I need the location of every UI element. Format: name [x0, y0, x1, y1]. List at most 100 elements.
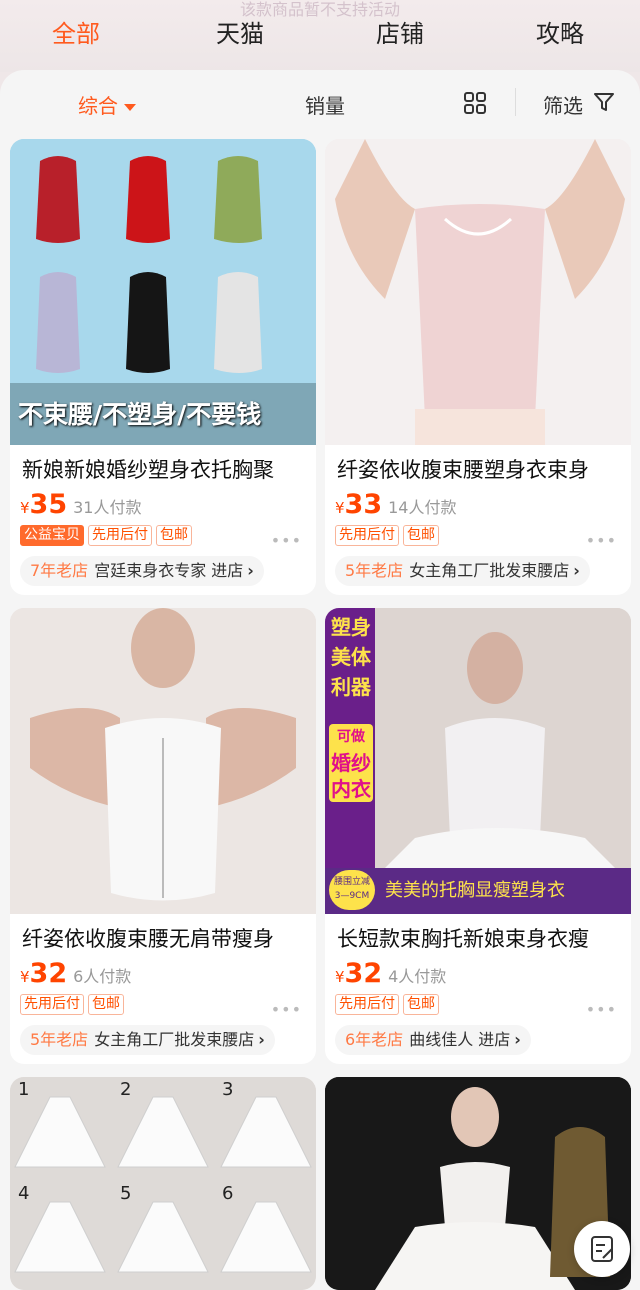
grid-view-icon[interactable] — [464, 92, 486, 114]
edit-note-icon — [591, 1236, 613, 1262]
shop-name: 曲线佳人 进店 — [409, 1030, 511, 1049]
tag-row: 先用后付 包邮 — [335, 525, 439, 547]
image-text-line: 可做 — [337, 729, 365, 745]
chevron-right-icon: › — [247, 561, 254, 580]
image-badge: 腰围立减 3—9CM — [329, 870, 375, 910]
product-title[interactable]: 纤姿依收腹束腰塑身衣束身 — [337, 454, 623, 484]
badge-line: 腰围立减 — [333, 877, 370, 887]
sold-count: 31人付款 — [73, 498, 142, 517]
currency-symbol: ¥ — [335, 968, 345, 986]
caret-down-icon — [124, 104, 136, 111]
product-card[interactable]: 不束腰/不塑身/不要钱 新娘新娘婚纱塑身衣托胸聚 ¥35 31人付款 公益宝贝 先… — [10, 139, 316, 595]
currency-symbol: ¥ — [20, 968, 30, 986]
shop-name: 女主角工厂批发束腰店 — [94, 1030, 255, 1049]
results-panel: 综合 销量 筛选 不束腰/不塑身/不要钱 新娘新娘婚纱塑身衣托胸聚 ¥35 31… — [0, 70, 640, 1290]
petticoat-number: 2 — [120, 1079, 132, 1100]
shop-name: 女主角工厂批发束腰店 — [409, 561, 570, 580]
petticoat-number: 5 — [120, 1183, 132, 1204]
sort-comprehensive-label: 综合 — [78, 94, 118, 118]
sold-count: 14人付款 — [388, 498, 457, 517]
chevron-right-icon: › — [573, 561, 580, 580]
product-card[interactable]: 塑身 美体 利器 可做 婚纱 内衣 腰围立减 3—9CM 美美的托胸显瘦塑身衣 … — [325, 608, 631, 1064]
tag-charity: 公益宝贝 — [20, 525, 84, 546]
petticoat-grid-illustration — [10, 1077, 316, 1290]
chevron-right-icon: › — [258, 1030, 265, 1049]
filter-button[interactable]: 筛选 — [543, 90, 583, 119]
petticoat-number: 4 — [18, 1183, 30, 1204]
image-text-line: 婚纱 — [331, 751, 371, 775]
tag-row: 先用后付 包邮 — [335, 994, 439, 1016]
more-options-icon[interactable]: ••• — [586, 531, 617, 550]
sort-bar: 综合 销量 筛选 — [0, 70, 640, 132]
more-options-icon[interactable]: ••• — [586, 1000, 617, 1019]
image-highlight-text: 可做 婚纱 内衣 — [329, 724, 373, 802]
price-row: ¥32 6人付款 — [20, 958, 131, 990]
tag-pay-later: 先用后付 — [335, 994, 399, 1015]
product-image[interactable]: 1 2 3 4 5 6 — [10, 1077, 316, 1290]
shop-link[interactable]: 6年老店 曲线佳人 进店 › — [335, 1025, 531, 1055]
price-row: ¥32 4人付款 — [335, 958, 446, 990]
petticoat-number: 1 — [18, 1079, 30, 1100]
chevron-right-icon: › — [514, 1030, 521, 1049]
sort-sales[interactable]: 销量 — [305, 90, 345, 119]
tab-tmall[interactable]: 天猫 — [216, 14, 264, 49]
currency-symbol: ¥ — [20, 499, 30, 517]
image-text-line: 塑身 — [331, 615, 371, 639]
product-price: 32 — [29, 958, 68, 989]
price-row: ¥35 31人付款 — [20, 489, 142, 521]
more-options-icon[interactable]: ••• — [271, 1000, 302, 1019]
shop-link[interactable]: 5年老店 女主角工厂批发束腰店 › — [335, 556, 590, 586]
tag-free-shipping: 包邮 — [403, 994, 439, 1015]
product-title[interactable]: 新娘新娘婚纱塑身衣托胸聚 — [22, 454, 308, 484]
tag-free-shipping: 包邮 — [88, 994, 124, 1015]
shop-link[interactable]: 5年老店 女主角工厂批发束腰店 › — [20, 1025, 275, 1055]
tag-row: 公益宝贝 先用后付 包邮 — [20, 525, 192, 547]
sold-count: 6人付款 — [73, 967, 132, 986]
image-text-line: 利器 — [331, 675, 371, 699]
image-side-text: 塑身 美体 利器 — [331, 612, 371, 702]
tab-guides[interactable]: 攻略 — [536, 14, 584, 49]
feedback-button[interactable] — [574, 1221, 630, 1277]
product-price: 33 — [344, 489, 383, 520]
shop-age: 5年老店 — [30, 1030, 89, 1049]
product-price: 32 — [344, 958, 383, 989]
product-image[interactable] — [10, 608, 316, 914]
product-image[interactable]: 不束腰/不塑身/不要钱 — [10, 139, 316, 445]
product-title[interactable]: 纤姿依收腹束腰无肩带瘦身 — [22, 923, 308, 953]
corset-model-illustration — [10, 608, 316, 914]
image-caption: 不束腰/不塑身/不要钱 — [18, 400, 262, 429]
top-bar: 该款商品暂不支持活动 全部 天猫 店铺 攻略 — [0, 0, 640, 72]
currency-symbol: ¥ — [335, 499, 345, 517]
image-banner: 美美的托胸显瘦塑身衣 — [385, 880, 565, 901]
image-text-line: 美体 — [331, 645, 371, 669]
product-card[interactable]: 纤姿依收腹束腰无肩带瘦身 ¥32 6人付款 先用后付 包邮 ••• 5年老店 女主角… — [10, 608, 316, 1064]
sortbar-divider — [515, 88, 516, 116]
tag-pay-later: 先用后付 — [335, 525, 399, 546]
tag-free-shipping: 包邮 — [156, 525, 192, 546]
product-card[interactable]: 1 2 3 4 5 6 — [10, 1077, 316, 1290]
product-title[interactable]: 长短款束胸托新娘束身衣瘦 — [337, 923, 623, 953]
filter-icon[interactable] — [594, 92, 614, 112]
product-price: 35 — [29, 489, 68, 520]
shop-age: 5年老店 — [345, 561, 404, 580]
tag-free-shipping: 包邮 — [403, 525, 439, 546]
tag-pay-later: 先用后付 — [20, 994, 84, 1015]
badge-line: 3—9CM — [334, 891, 370, 901]
product-image[interactable] — [325, 139, 631, 445]
petticoat-number: 3 — [222, 1079, 234, 1100]
petticoat-number: 6 — [222, 1183, 234, 1204]
product-card[interactable]: 纤姿依收腹束腰塑身衣束身 ¥33 14人付款 先用后付 包邮 ••• 5年老店 女主… — [325, 139, 631, 595]
product-image[interactable]: 塑身 美体 利器 可做 婚纱 内衣 腰围立减 3—9CM 美美的托胸显瘦塑身衣 — [325, 608, 631, 914]
sort-comprehensive[interactable]: 综合 — [78, 90, 136, 119]
sold-count: 4人付款 — [388, 967, 447, 986]
corset-model-illustration — [325, 139, 631, 445]
shop-age: 7年老店 — [30, 561, 89, 580]
shop-link[interactable]: 7年老店 宫廷束身衣专家 进店 › — [20, 556, 264, 586]
more-options-icon[interactable]: ••• — [271, 531, 302, 550]
tab-all[interactable]: 全部 — [52, 14, 100, 49]
tag-pay-later: 先用后付 — [88, 525, 152, 546]
shop-age: 6年老店 — [345, 1030, 404, 1049]
image-text-line: 内衣 — [331, 777, 371, 801]
tab-shops[interactable]: 店铺 — [376, 14, 424, 49]
price-row: ¥33 14人付款 — [335, 489, 457, 521]
